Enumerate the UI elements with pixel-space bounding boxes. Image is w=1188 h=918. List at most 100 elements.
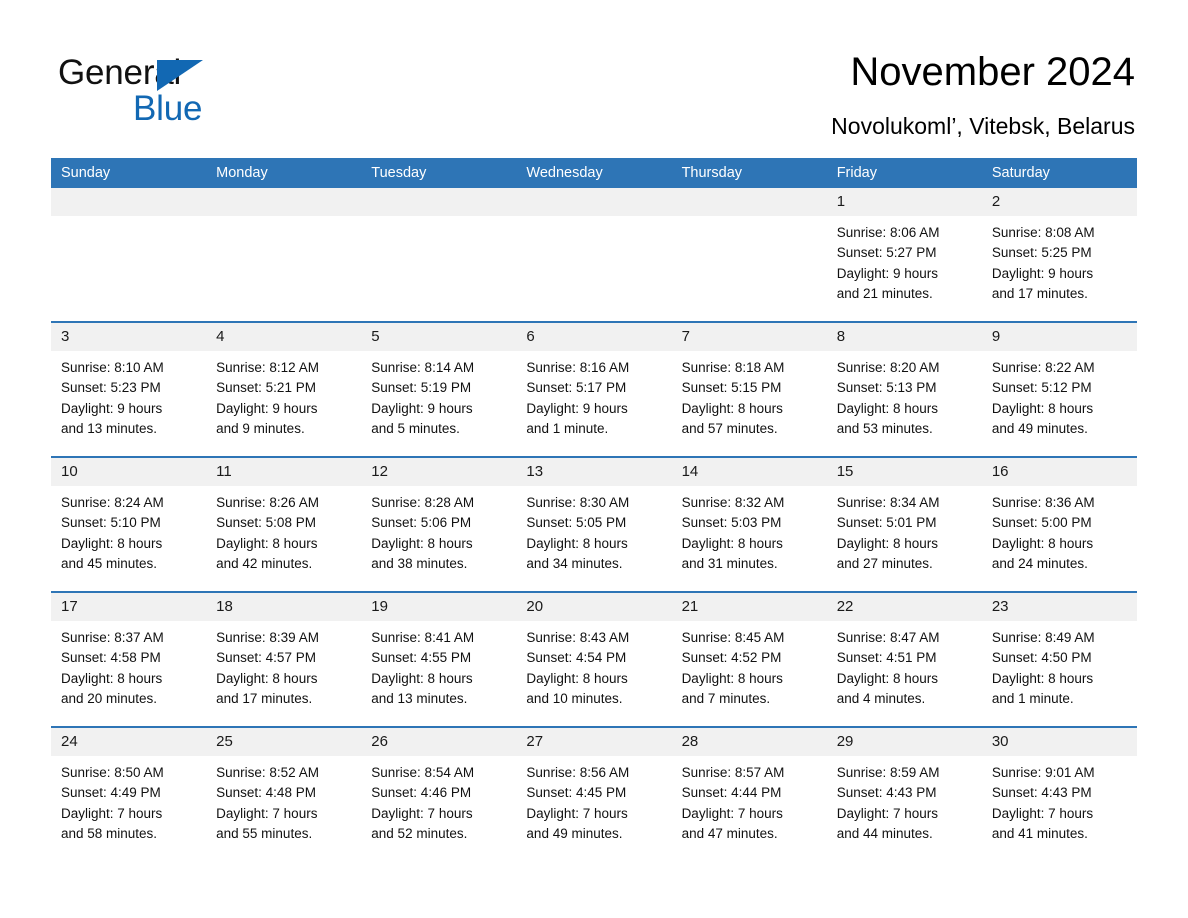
- daylight-text-line1: Daylight: 8 hours: [836, 400, 939, 416]
- day-cell[interactable]: 5 Sunrise: 8:14 AM Sunset: 5:19 PM Dayli…: [361, 323, 517, 456]
- day-details: Sunrise: 8:24 AM Sunset: 5:10 PM Dayligh…: [51, 486, 206, 574]
- day-details: [516, 216, 671, 223]
- day-cell[interactable]: 15 Sunrise: 8:34 AM Sunset: 5:01 PM Dayl…: [826, 458, 982, 591]
- sunrise-text: Sunrise: 8:47 AM: [836, 630, 940, 645]
- day-details: Sunrise: 8:34 AM Sunset: 5:01 PM Dayligh…: [827, 486, 982, 574]
- daylight-text-line1: Daylight: 8 hours: [61, 670, 163, 686]
- day-cell[interactable]: 7 Sunrise: 8:18 AM Sunset: 5:15 PM Dayli…: [671, 323, 827, 456]
- day-cell[interactable]: 17 Sunrise: 8:37 AM Sunset: 4:58 PM Dayl…: [51, 593, 207, 726]
- daylight-text-line1: Daylight: 9 hours: [61, 400, 163, 416]
- day-details: Sunrise: 8:30 AM Sunset: 5:05 PM Dayligh…: [516, 486, 671, 574]
- day-details: Sunrise: 9:01 AM Sunset: 4:43 PM Dayligh…: [982, 756, 1137, 844]
- day-cell[interactable]: 2 Sunrise: 8:08 AM Sunset: 5:25 PM Dayli…: [981, 188, 1137, 321]
- sunset-text: Sunset: 4:58 PM: [61, 650, 161, 666]
- day-cell[interactable]: 18 Sunrise: 8:39 AM Sunset: 4:57 PM Dayl…: [206, 593, 362, 726]
- day-cell[interactable]: 12 Sunrise: 8:28 AM Sunset: 5:06 PM Dayl…: [361, 458, 517, 591]
- day-details: Sunrise: 8:37 AM Sunset: 4:58 PM Dayligh…: [51, 621, 206, 709]
- weekday-header-saturday: Saturday: [991, 165, 1050, 181]
- daylight-text-line2: and 13 minutes.: [371, 690, 468, 706]
- day-cell[interactable]: 3 Sunrise: 8:10 AM Sunset: 5:23 PM Dayli…: [51, 323, 207, 456]
- sunset-text: Sunset: 5:23 PM: [61, 380, 161, 396]
- day-cell[interactable]: 11 Sunrise: 8:26 AM Sunset: 5:08 PM Dayl…: [206, 458, 362, 591]
- day-cell[interactable]: [206, 188, 362, 321]
- day-cell[interactable]: 14 Sunrise: 8:32 AM Sunset: 5:03 PM Dayl…: [671, 458, 827, 591]
- sunrise-text: Sunrise: 8:59 AM: [836, 765, 940, 780]
- calendar-page: General Blue November 2024 Novolukoml’, …: [0, 0, 1188, 918]
- sunset-text: Sunset: 4:43 PM: [991, 785, 1092, 801]
- day-cell[interactable]: 10 Sunrise: 8:24 AM Sunset: 5:10 PM Dayl…: [51, 458, 207, 591]
- sunset-text: Sunset: 4:54 PM: [526, 650, 627, 666]
- daylight-text-line2: and 41 minutes.: [991, 825, 1088, 841]
- day-cell[interactable]: [516, 188, 672, 321]
- day-cell[interactable]: [361, 188, 517, 321]
- daylight-text-line2: and 17 minutes.: [991, 285, 1088, 301]
- day-details: [51, 216, 206, 223]
- day-cell[interactable]: 13 Sunrise: 8:30 AM Sunset: 5:05 PM Dayl…: [516, 458, 672, 591]
- daylight-text-line1: Daylight: 8 hours: [836, 670, 939, 686]
- daylight-text-line1: Daylight: 7 hours: [681, 805, 783, 821]
- week-row: 3 Sunrise: 8:10 AM Sunset: 5:23 PM Dayli…: [51, 321, 1137, 456]
- daylight-text-line1: Daylight: 7 hours: [371, 805, 473, 821]
- day-cell[interactable]: [51, 188, 207, 321]
- daylight-text-line1: Daylight: 8 hours: [216, 535, 318, 551]
- sunrise-text: Sunrise: 8:39 AM: [216, 630, 319, 645]
- sunset-text: Sunset: 5:21 PM: [216, 380, 316, 396]
- sunrise-text: Sunrise: 8:06 AM: [836, 225, 940, 240]
- day-cell[interactable]: 26 Sunrise: 8:54 AM Sunset: 4:46 PM Dayl…: [361, 728, 517, 861]
- day-cell[interactable]: 22 Sunrise: 8:47 AM Sunset: 4:51 PM Dayl…: [826, 593, 982, 726]
- daylight-text-line2: and 42 minutes.: [216, 555, 313, 571]
- day-cell[interactable]: 1 Sunrise: 8:06 AM Sunset: 5:27 PM Dayli…: [826, 188, 982, 321]
- sunset-text: Sunset: 5:13 PM: [836, 380, 937, 396]
- day-number: [516, 188, 672, 216]
- daylight-text-line2: and 57 minutes.: [681, 420, 778, 436]
- day-cell[interactable]: 8 Sunrise: 8:20 AM Sunset: 5:13 PM Dayli…: [826, 323, 982, 456]
- day-cell[interactable]: 28 Sunrise: 8:57 AM Sunset: 4:44 PM Dayl…: [671, 728, 827, 861]
- daylight-text-line2: and 58 minutes.: [61, 825, 158, 841]
- daylight-text-line2: and 13 minutes.: [61, 420, 158, 436]
- page-header: General Blue November 2024 Novolukoml’, …: [0, 0, 1188, 158]
- daylight-text-line2: and 53 minutes.: [836, 420, 933, 436]
- day-cell[interactable]: 24 Sunrise: 8:50 AM Sunset: 4:49 PM Dayl…: [51, 728, 207, 861]
- day-cell[interactable]: 16 Sunrise: 8:36 AM Sunset: 5:00 PM Dayl…: [981, 458, 1137, 591]
- daylight-text-line1: Daylight: 7 hours: [216, 805, 318, 821]
- day-number: 20: [516, 593, 672, 621]
- daylight-text-line2: and 21 minutes.: [836, 285, 933, 301]
- sunrise-text: Sunrise: 8:30 AM: [526, 495, 630, 510]
- day-details: Sunrise: 8:57 AM Sunset: 4:44 PM Dayligh…: [672, 756, 827, 844]
- sunrise-text: Sunrise: 8:26 AM: [216, 495, 319, 510]
- brand-logo[interactable]: General Blue: [58, 52, 338, 132]
- day-details: Sunrise: 8:39 AM Sunset: 4:57 PM Dayligh…: [206, 621, 361, 709]
- daylight-text-line1: Daylight: 8 hours: [681, 670, 783, 686]
- day-number: 28: [671, 728, 827, 756]
- week-row: 17 Sunrise: 8:37 AM Sunset: 4:58 PM Dayl…: [51, 591, 1137, 726]
- week-row: 24 Sunrise: 8:50 AM Sunset: 4:49 PM Dayl…: [51, 726, 1137, 861]
- day-number: 17: [51, 593, 207, 621]
- day-cell[interactable]: 25 Sunrise: 8:52 AM Sunset: 4:48 PM Dayl…: [206, 728, 362, 861]
- day-number: 4: [206, 323, 362, 351]
- day-cell[interactable]: 6 Sunrise: 8:16 AM Sunset: 5:17 PM Dayli…: [516, 323, 672, 456]
- day-cell[interactable]: [671, 188, 827, 321]
- day-cell[interactable]: 30 Sunrise: 9:01 AM Sunset: 4:43 PM Dayl…: [981, 728, 1137, 861]
- sunset-text: Sunset: 4:46 PM: [371, 785, 472, 801]
- day-number: 24: [51, 728, 207, 756]
- day-cell[interactable]: 21 Sunrise: 8:45 AM Sunset: 4:52 PM Dayl…: [671, 593, 827, 726]
- day-cell[interactable]: 23 Sunrise: 8:49 AM Sunset: 4:50 PM Dayl…: [981, 593, 1137, 726]
- day-number: 26: [361, 728, 517, 756]
- daylight-text-line1: Daylight: 8 hours: [836, 535, 939, 551]
- sunrise-text: Sunrise: 8:50 AM: [61, 765, 164, 780]
- day-cell[interactable]: 27 Sunrise: 8:56 AM Sunset: 4:45 PM Dayl…: [516, 728, 672, 861]
- day-cell[interactable]: 20 Sunrise: 8:43 AM Sunset: 4:54 PM Dayl…: [516, 593, 672, 726]
- sunset-text: Sunset: 5:05 PM: [526, 515, 627, 531]
- day-cell[interactable]: 4 Sunrise: 8:12 AM Sunset: 5:21 PM Dayli…: [206, 323, 362, 456]
- daylight-text-line1: Daylight: 7 hours: [61, 805, 163, 821]
- sunrise-text: Sunrise: 8:41 AM: [371, 630, 475, 645]
- daylight-text-line2: and 45 minutes.: [61, 555, 158, 571]
- sunset-text: Sunset: 4:49 PM: [61, 785, 161, 801]
- day-details: Sunrise: 8:20 AM Sunset: 5:13 PM Dayligh…: [827, 351, 982, 439]
- day-cell[interactable]: 29 Sunrise: 8:59 AM Sunset: 4:43 PM Dayl…: [826, 728, 982, 861]
- day-details: Sunrise: 8:36 AM Sunset: 5:00 PM Dayligh…: [982, 486, 1137, 574]
- weekday-header-sunday: Sunday: [61, 165, 111, 181]
- day-cell[interactable]: 19 Sunrise: 8:41 AM Sunset: 4:55 PM Dayl…: [361, 593, 517, 726]
- day-details: Sunrise: 8:18 AM Sunset: 5:15 PM Dayligh…: [672, 351, 827, 439]
- day-cell[interactable]: 9 Sunrise: 8:22 AM Sunset: 5:12 PM Dayli…: [981, 323, 1137, 456]
